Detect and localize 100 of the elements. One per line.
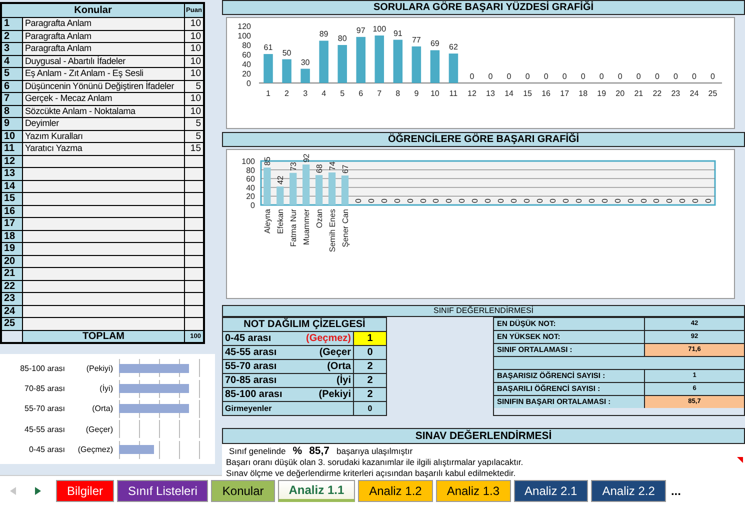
topic-cell: Paragrafta Anlam — [22, 30, 184, 42]
more-tabs[interactable]: ... — [670, 484, 681, 498]
category-label: (Orta) — [91, 404, 114, 414]
y-tick-label: 20 — [246, 192, 255, 202]
data-label: 0 — [618, 72, 622, 81]
data-label: 0 — [392, 198, 402, 203]
row-number: 14 — [1, 180, 22, 192]
data-label: 91 — [393, 28, 402, 38]
data-label: 0 — [587, 198, 596, 203]
x-tick-label: 5 — [340, 89, 345, 98]
row-number: 9 — [1, 118, 22, 130]
evaluation-text: Başarı oranı düşük olan 3. sorudaki kazanımlar ile ilgili alıştırmalar yapılacaktır. — [226, 457, 524, 468]
sheet-tab[interactable]: Analiz 2.2 — [591, 480, 666, 502]
row-number: 25 — [1, 318, 22, 330]
category-label: 85-100 arası — [19, 364, 66, 373]
count-cell: 0 — [353, 402, 386, 415]
count-cell: 2 — [353, 360, 386, 373]
sheet-tab[interactable]: Konular — [211, 480, 275, 502]
bar — [119, 384, 189, 394]
data-label: 0 — [418, 198, 428, 203]
bar — [276, 186, 284, 205]
count-cell: 2 — [353, 388, 386, 401]
row-number: 1 — [1, 18, 22, 30]
topic-cell: Düşüncenin Yönünü Değiştiren İfadeler — [22, 80, 184, 92]
range-cell-text: 0-45 arası — [224, 332, 272, 345]
data-label: 0 — [691, 198, 700, 203]
data-label: 62 — [449, 42, 458, 52]
category-label: 55-70 arası — [24, 404, 66, 414]
data-label: 0 — [639, 198, 648, 203]
data-label: 61 — [264, 43, 273, 52]
topic-cell: Paragrafta Anlam — [22, 42, 184, 55]
data-label: 0 — [654, 72, 660, 81]
row-number: 8 — [1, 105, 22, 118]
x-tick-label: Semih Enes — [328, 209, 337, 252]
row-number: 22 — [1, 280, 22, 292]
data-label: 0 — [673, 72, 678, 81]
y-tick-label: 80 — [242, 41, 251, 50]
bar — [264, 54, 273, 83]
range-cell-text: 45-55 arası — [224, 346, 278, 359]
data-label: 0 — [574, 198, 584, 203]
data-label: 80 — [338, 34, 347, 43]
data-label: 0 — [470, 72, 474, 81]
bar — [338, 45, 347, 83]
row-number: 5 — [1, 68, 22, 80]
data-label: 77 — [412, 35, 421, 44]
count-cell: 2 — [353, 374, 386, 387]
bar — [356, 36, 366, 83]
x-tick-label: 25 — [708, 89, 718, 98]
data-label: 92 — [302, 154, 311, 163]
x-tick-label: 1 — [266, 89, 270, 98]
grade-cell-text: (Geçer — [318, 346, 352, 359]
row-number: 19 — [1, 242, 22, 255]
y-tick-label: 100 — [238, 32, 251, 40]
data-label: 0 — [536, 198, 544, 203]
x-tick-label: 4 — [322, 89, 326, 98]
sheet-tab[interactable]: Analiz 1.1 — [278, 480, 356, 502]
row-number: 4 — [1, 55, 22, 68]
row-number: 10 — [1, 130, 22, 142]
column-header: Konular — [1, 3, 184, 18]
x-tick-label: Efekan — [276, 209, 286, 234]
x-tick-label: 22 — [652, 89, 662, 98]
right-arrow-icon[interactable] — [35, 486, 41, 494]
x-tick-label: 20 — [616, 89, 625, 98]
sheet-tab[interactable]: Analiz 2.1 — [514, 480, 588, 502]
data-label: 69 — [430, 39, 440, 48]
bar — [319, 40, 328, 83]
x-tick-label: 24 — [690, 89, 699, 98]
x-tick-label: 12 — [468, 89, 476, 98]
row-number: 15 — [1, 192, 22, 205]
row-number: 17 — [1, 218, 22, 230]
y-tick-label: 80 — [246, 166, 255, 175]
bar — [264, 168, 271, 205]
row-number: 16 — [1, 205, 22, 218]
data-label: 0 — [600, 198, 610, 203]
data-label: 0 — [354, 198, 363, 203]
section-title: SINIF DEĞERLENDİRMESİ — [222, 305, 745, 317]
data-label: 0 — [613, 198, 622, 203]
sheet-tab[interactable]: Analiz 1.3 — [436, 480, 511, 502]
percent-value: 85,7 — [309, 445, 330, 457]
sheet-tab[interactable]: Sınıf Listeleri — [117, 480, 208, 502]
y-tick-label: 40 — [246, 183, 255, 192]
data-label: 0 — [548, 198, 558, 203]
sheet-tab[interactable]: Bilgiler — [56, 480, 114, 502]
bar — [374, 36, 384, 83]
range-cell-text: 55-70 arası — [224, 360, 278, 373]
bar — [300, 68, 310, 83]
bar — [119, 445, 154, 454]
data-label: 0 — [522, 198, 532, 203]
data-label: 0 — [406, 198, 415, 203]
data-label: 0 — [484, 198, 493, 203]
topic-cell: Gerçek - Mecaz Anlam — [22, 92, 184, 105]
category-label: 45-55 arası — [24, 424, 66, 434]
data-label: 0 — [510, 198, 519, 203]
x-tick-label: Aleyna — [263, 209, 272, 234]
category-label: (Geçer) — [84, 424, 114, 434]
sheet-tab[interactable]: Analiz 1.2 — [358, 480, 433, 502]
x-tick-label: Şener Can — [340, 209, 350, 248]
topic-cell: Deyimler — [22, 118, 184, 130]
x-tick-label: 10 — [430, 89, 440, 98]
data-label: 67 — [340, 164, 350, 174]
